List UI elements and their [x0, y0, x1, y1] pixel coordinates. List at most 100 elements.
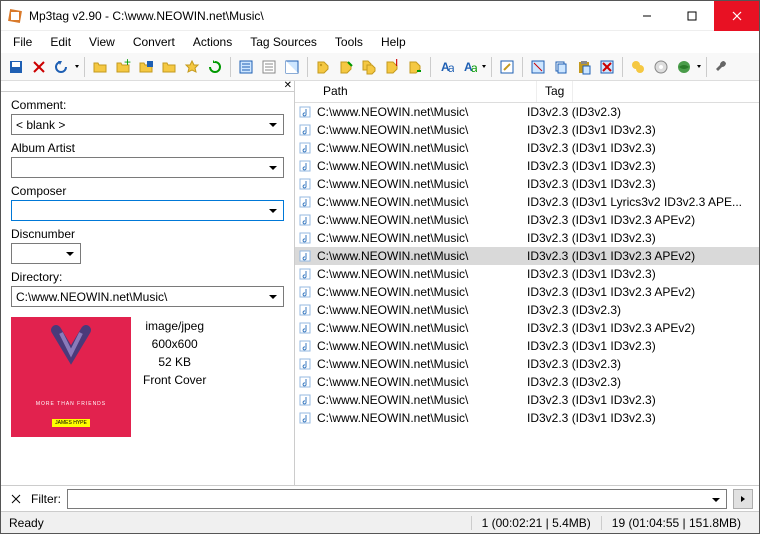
tag-filename-icon[interactable]	[312, 56, 334, 78]
save-icon[interactable]	[5, 56, 27, 78]
menu-tools[interactable]: Tools	[327, 33, 371, 51]
rows-container[interactable]: C:\www.NEOWIN.net\Music\ ID3v2.3 (ID3v2.…	[295, 103, 759, 485]
composer-combo[interactable]	[11, 200, 284, 221]
row-path: C:\www.NEOWIN.net\Music\	[315, 411, 523, 425]
playlist-folder-icon[interactable]	[158, 56, 180, 78]
tag-text-icon[interactable]	[404, 56, 426, 78]
undo-icon[interactable]	[51, 56, 73, 78]
row-path: C:\www.NEOWIN.net\Music\	[315, 393, 523, 407]
albumartist-combo[interactable]	[11, 157, 284, 178]
row-path: C:\www.NEOWIN.net\Music\	[315, 159, 523, 173]
filter-apply-button[interactable]	[733, 489, 753, 509]
filter-bar: Filter:	[1, 485, 759, 511]
text-tag-icon[interactable]: T	[381, 56, 403, 78]
status-total: 19 (01:04:55 | 151.8MB)	[601, 516, 751, 530]
invert-icon[interactable]	[281, 56, 303, 78]
filename-tag-icon[interactable]	[335, 56, 357, 78]
table-row[interactable]: C:\www.NEOWIN.net\Music\ ID3v2.3 (ID3v1 …	[295, 121, 759, 139]
tag-panel: ✕ Comment: < blank > Album Artist Compos…	[1, 81, 295, 485]
table-row[interactable]: C:\www.NEOWIN.net\Music\ ID3v2.3 (ID3v1 …	[295, 157, 759, 175]
row-tag: ID3v2.3 (ID3v2.3)	[523, 357, 759, 371]
table-row[interactable]: C:\www.NEOWIN.net\Music\ ID3v2.3 (ID3v1 …	[295, 229, 759, 247]
status-selection: 1 (00:02:21 | 5.4MB)	[471, 516, 601, 530]
web-sources-icon[interactable]	[673, 56, 695, 78]
status-ready: Ready	[9, 516, 471, 530]
deselect-icon[interactable]	[258, 56, 280, 78]
column-path[interactable]: Path	[315, 81, 537, 102]
menu-view[interactable]: View	[81, 33, 123, 51]
paste-icon[interactable]	[573, 56, 595, 78]
directory-combo[interactable]: C:\www.NEOWIN.net\Music\	[11, 286, 284, 307]
cover-art[interactable]: MORE THAN FRIENDS JAMES HYPE	[11, 317, 131, 437]
table-row[interactable]: C:\www.NEOWIN.net\Music\ ID3v2.3 (ID3v1 …	[295, 139, 759, 157]
menu-file[interactable]: File	[5, 33, 40, 51]
row-path: C:\www.NEOWIN.net\Music\	[315, 213, 523, 227]
edit-icon[interactable]	[496, 56, 518, 78]
row-path: C:\www.NEOWIN.net\Music\	[315, 285, 523, 299]
row-tag: ID3v2.3 (ID3v2.3)	[523, 375, 759, 389]
refresh-icon[interactable]	[204, 56, 226, 78]
delete-icon[interactable]	[28, 56, 50, 78]
minimize-button[interactable]	[624, 1, 669, 31]
table-row[interactable]: C:\www.NEOWIN.net\Music\ ID3v2.3 (ID3v1 …	[295, 283, 759, 301]
table-row[interactable]: C:\www.NEOWIN.net\Music\ ID3v2.3 (ID3v1 …	[295, 319, 759, 337]
music-file-icon	[295, 142, 315, 154]
table-row[interactable]: C:\www.NEOWIN.net\Music\ ID3v2.3 (ID3v1 …	[295, 265, 759, 283]
save-folder-icon[interactable]	[135, 56, 157, 78]
add-folder-icon[interactable]: +	[112, 56, 134, 78]
favorite-icon[interactable]	[181, 56, 203, 78]
select-all-icon[interactable]	[235, 56, 257, 78]
table-row[interactable]: C:\www.NEOWIN.net\Music\ ID3v2.3 (ID3v2.…	[295, 355, 759, 373]
tag-tag-icon[interactable]	[358, 56, 380, 78]
menu-edit[interactable]: Edit	[42, 33, 79, 51]
row-path: C:\www.NEOWIN.net\Music\	[315, 267, 523, 281]
row-tag: ID3v2.3 (ID3v1 ID3v2.3)	[523, 123, 759, 137]
menu-actions[interactable]: Actions	[185, 33, 240, 51]
cover-mime: image/jpeg	[143, 317, 206, 335]
discnumber-combo[interactable]	[11, 243, 81, 264]
menu-convert[interactable]: Convert	[125, 33, 183, 51]
panel-close-icon[interactable]: ✕	[284, 81, 292, 91]
row-tag: ID3v2.3 (ID3v1 ID3v2.3)	[523, 177, 759, 191]
cover-type: Front Cover	[143, 371, 206, 389]
table-row[interactable]: C:\www.NEOWIN.net\Music\ ID3v2.3 (ID3v2.…	[295, 103, 759, 121]
actions-icon[interactable]: Aa	[435, 56, 457, 78]
filter-input[interactable]	[67, 489, 727, 509]
comment-combo[interactable]: < blank >	[11, 114, 284, 135]
maximize-button[interactable]	[669, 1, 714, 31]
svg-text:T: T	[393, 59, 400, 69]
close-button[interactable]	[714, 1, 759, 31]
table-row[interactable]: C:\www.NEOWIN.net\Music\ ID3v2.3 (ID3v1 …	[295, 391, 759, 409]
table-row[interactable]: C:\www.NEOWIN.net\Music\ ID3v2.3 (ID3v1 …	[295, 337, 759, 355]
remove-tag-icon[interactable]	[596, 56, 618, 78]
copy-icon[interactable]	[550, 56, 572, 78]
table-row[interactable]: C:\www.NEOWIN.net\Music\ ID3v2.3 (ID3v2.…	[295, 301, 759, 319]
menu-help[interactable]: Help	[373, 33, 414, 51]
filter-clear-icon[interactable]	[7, 490, 25, 508]
tag-remove-cd-icon[interactable]	[650, 56, 672, 78]
autonumber-icon[interactable]	[627, 56, 649, 78]
table-row[interactable]: C:\www.NEOWIN.net\Music\ ID3v2.3 (ID3v1 …	[295, 175, 759, 193]
table-row[interactable]: C:\www.NEOWIN.net\Music\ ID3v2.3 (ID3v1 …	[295, 247, 759, 265]
music-file-icon	[295, 304, 315, 316]
table-row[interactable]: C:\www.NEOWIN.net\Music\ ID3v2.3 (ID3v1 …	[295, 409, 759, 427]
menu-bar: File Edit View Convert Actions Tag Sourc…	[1, 31, 759, 53]
open-folder-icon[interactable]	[89, 56, 111, 78]
cut-icon[interactable]	[527, 56, 549, 78]
menu-tagsources[interactable]: Tag Sources	[242, 33, 325, 51]
tools-icon[interactable]	[711, 56, 733, 78]
table-row[interactable]: C:\www.NEOWIN.net\Music\ ID3v2.3 (ID3v2.…	[295, 373, 759, 391]
row-tag: ID3v2.3 (ID3v1 ID3v2.3 APEv2)	[523, 321, 759, 335]
row-tag: ID3v2.3 (ID3v2.3)	[523, 303, 759, 317]
table-row[interactable]: C:\www.NEOWIN.net\Music\ ID3v2.3 (ID3v1 …	[295, 211, 759, 229]
row-path: C:\www.NEOWIN.net\Music\	[315, 339, 523, 353]
column-tag[interactable]: Tag	[537, 81, 573, 102]
quick-actions-icon[interactable]: Aa	[458, 56, 480, 78]
music-file-icon	[295, 214, 315, 226]
row-path: C:\www.NEOWIN.net\Music\	[315, 375, 523, 389]
table-row[interactable]: C:\www.NEOWIN.net\Music\ ID3v2.3 (ID3v1 …	[295, 193, 759, 211]
file-list: Path Tag C:\www.NEOWIN.net\Music\ ID3v2.…	[295, 81, 759, 485]
music-file-icon	[295, 124, 315, 136]
label-directory: Directory:	[11, 270, 284, 284]
row-tag: ID3v2.3 (ID3v1 ID3v2.3)	[523, 231, 759, 245]
